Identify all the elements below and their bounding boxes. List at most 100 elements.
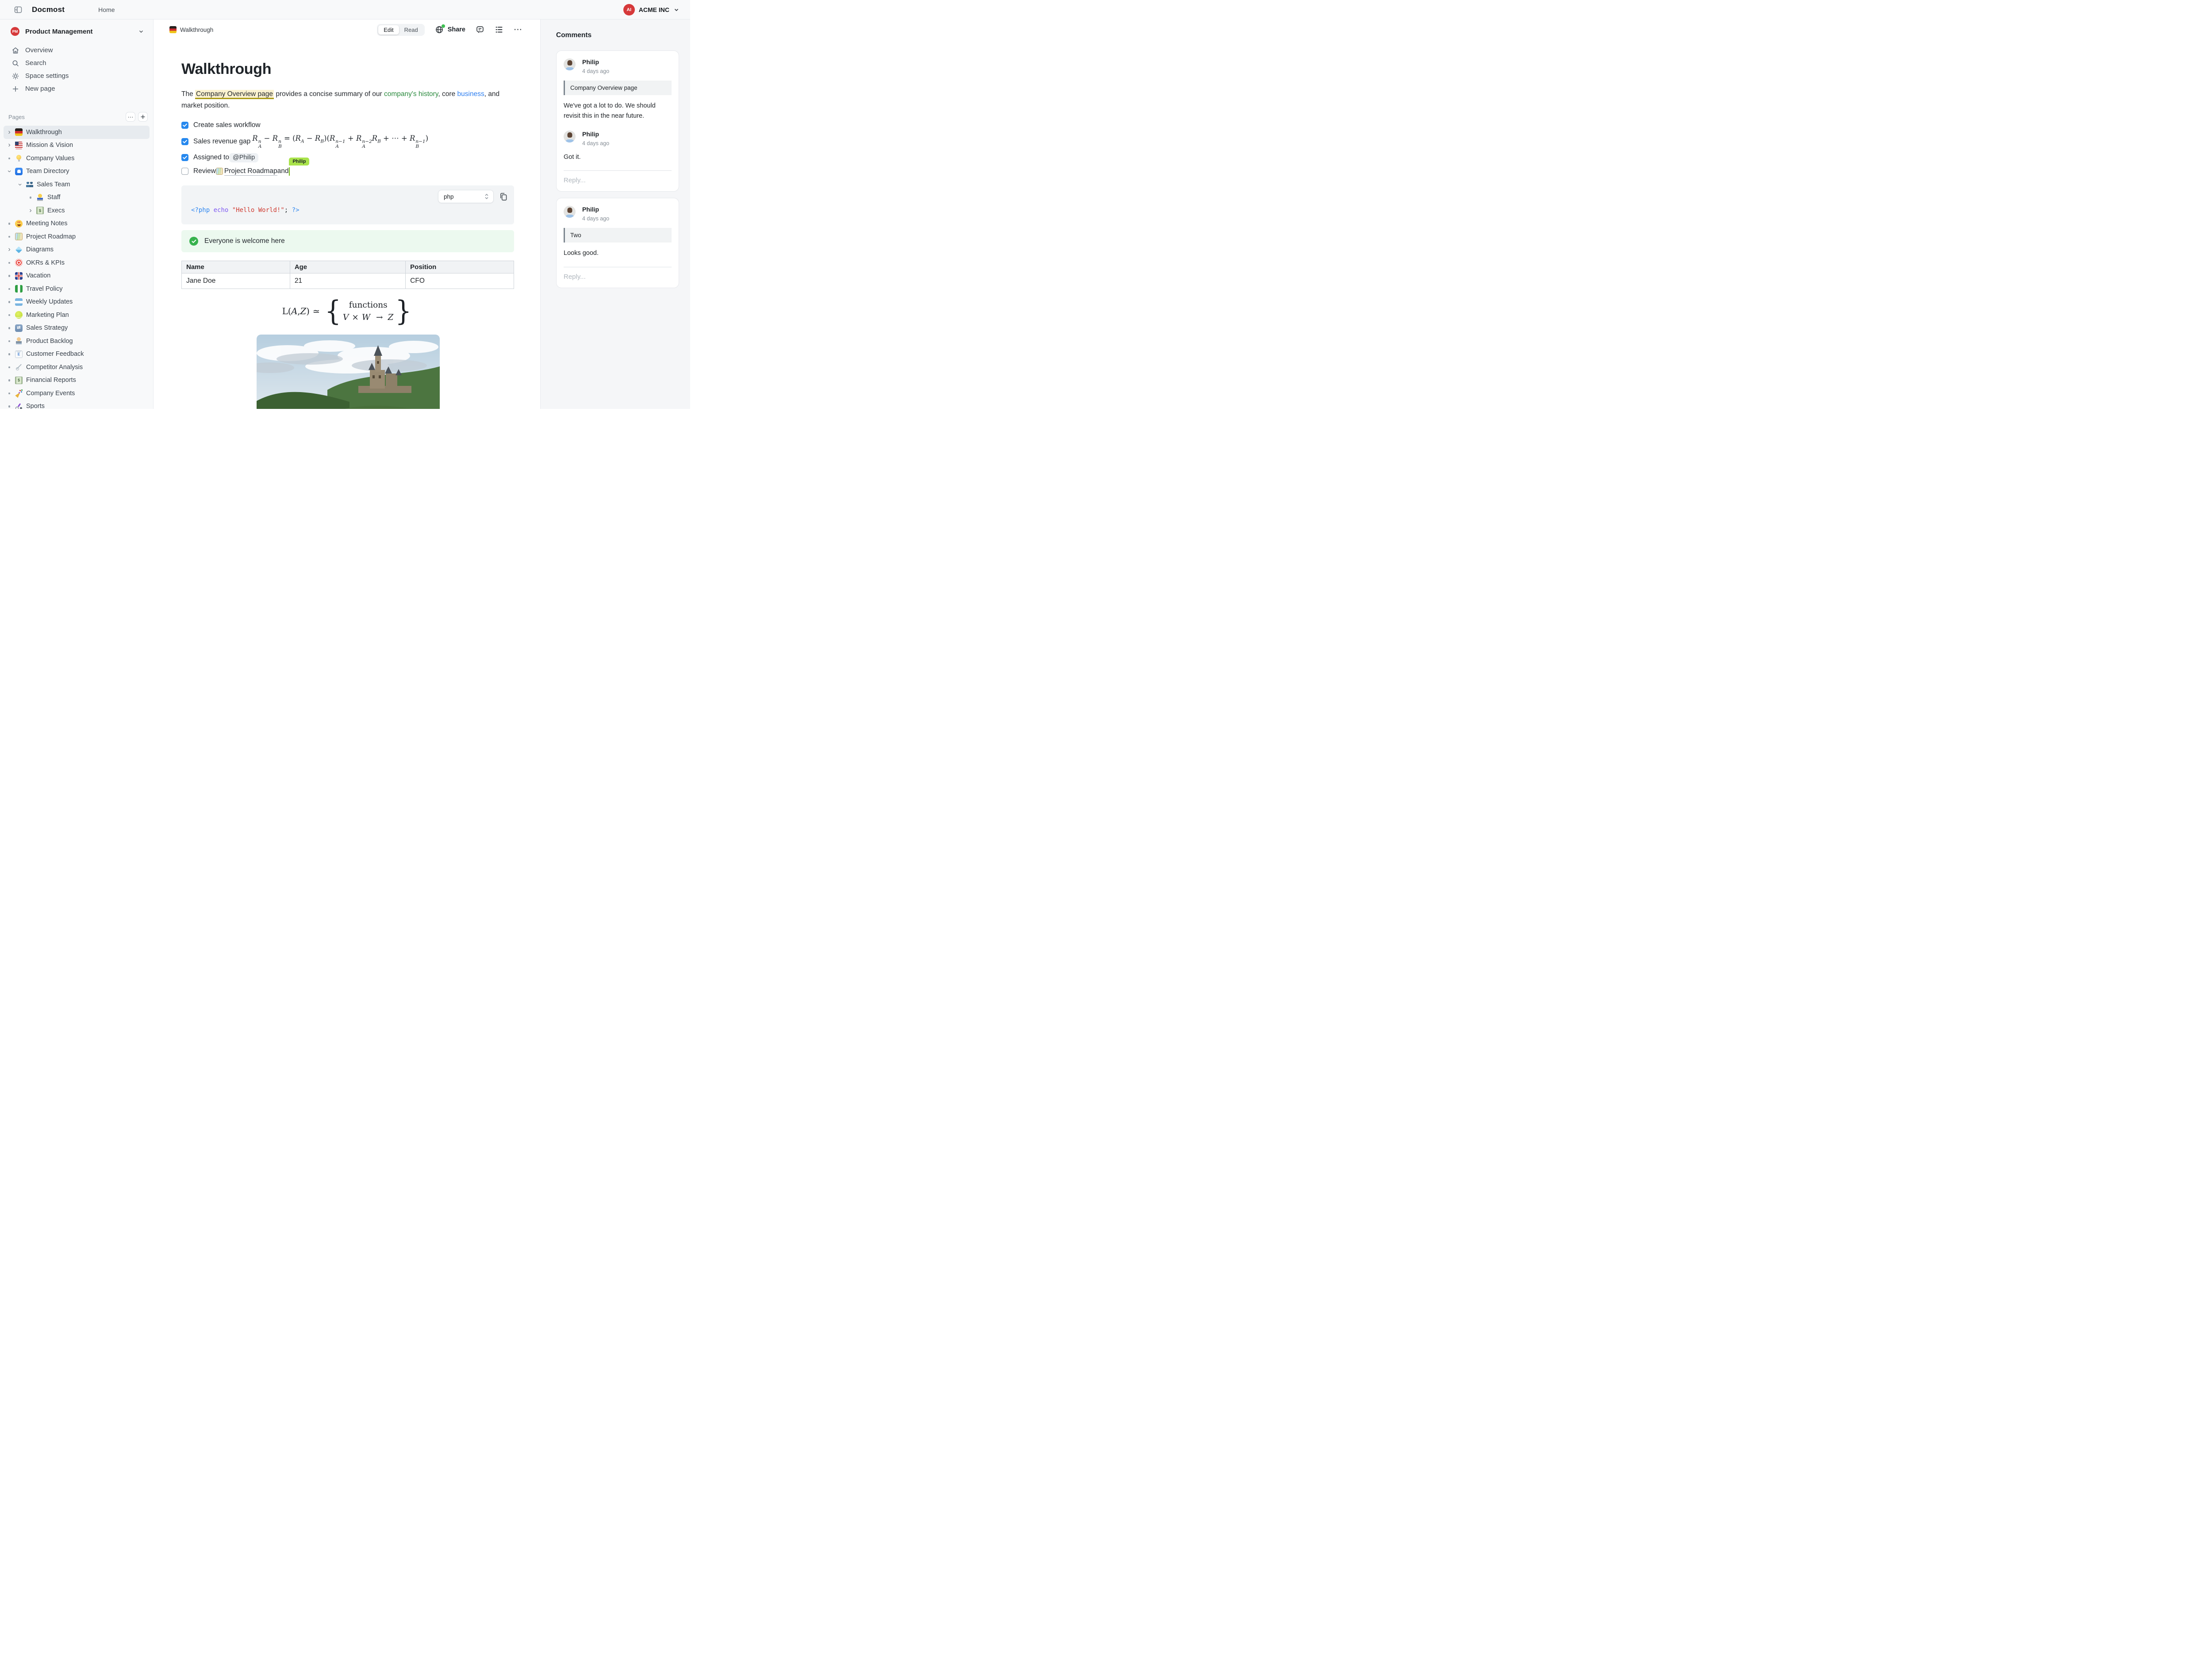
breadcrumb-title: Walkthrough bbox=[180, 27, 213, 33]
table-row: Jane Doe21CFO bbox=[182, 273, 514, 289]
comment: Philip 4 days ago Company Overview pageW… bbox=[564, 58, 672, 122]
pages-header: Pages ⋯ bbox=[0, 112, 153, 122]
chevron-down-icon[interactable]: › bbox=[6, 168, 13, 174]
top-bar: Docmost Home AI ACME INC bbox=[0, 0, 690, 19]
page-tree-item-marketing-plan[interactable]: Marketing Plan bbox=[4, 308, 150, 322]
pages-header-buttons: ⋯ bbox=[126, 112, 148, 122]
checkbox-checked[interactable] bbox=[181, 122, 188, 129]
page-tree-item-sports[interactable]: Sports bbox=[4, 400, 150, 409]
bullet-icon bbox=[27, 196, 34, 199]
table-cell[interactable]: CFO bbox=[406, 273, 514, 289]
pages-menu-button[interactable]: ⋯ bbox=[126, 112, 135, 122]
chevron-down-icon[interactable]: › bbox=[16, 181, 23, 188]
edit-mode-button[interactable]: Edit bbox=[378, 25, 399, 35]
page-tree-item-diagrams[interactable]: ›Diagrams bbox=[4, 243, 150, 257]
todo-text: Review bbox=[193, 167, 216, 175]
page-tree-item-staff[interactable]: Staff bbox=[4, 191, 150, 204]
workspace-switcher[interactable]: AI ACME INC bbox=[623, 4, 690, 15]
math-arrow: → bbox=[376, 313, 382, 322]
todo-text: Sales revenue gap bbox=[193, 138, 250, 146]
sidebar-item-space-settings[interactable]: Space settings bbox=[0, 69, 153, 82]
todo-item: Create sales workflow bbox=[181, 120, 540, 130]
copy-code-button[interactable] bbox=[499, 192, 508, 201]
editor-area: Walkthrough Edit Read Sha bbox=[154, 19, 540, 409]
share-button[interactable]: Share bbox=[435, 25, 465, 34]
checkbox-checked[interactable] bbox=[181, 154, 188, 161]
page-tree-item-customer-feedback[interactable]: Customer Feedback bbox=[4, 348, 150, 361]
sidebar-item-overview[interactable]: Overview bbox=[0, 44, 153, 57]
sidebar-item-new-page[interactable]: New page bbox=[0, 82, 153, 95]
table-cell[interactable]: 21 bbox=[290, 273, 405, 289]
divider bbox=[564, 170, 672, 171]
math-block: L(A, Z) ≃ { functions V × W → Z } bbox=[181, 300, 514, 323]
page-tree-item-competitor-analysis[interactable]: Competitor Analysis bbox=[4, 361, 150, 374]
page-tree-item-meeting-notes[interactable]: Meeting Notes bbox=[4, 217, 150, 231]
quoted-text: Company Overview page bbox=[564, 81, 672, 95]
page-tree-item-financial-reports[interactable]: Financial Reports bbox=[4, 374, 150, 387]
page-tree-item-execs[interactable]: ›Execs bbox=[4, 204, 150, 217]
more-options-button[interactable]: ⋯ bbox=[514, 26, 522, 34]
language-select[interactable]: php bbox=[438, 190, 494, 203]
chevron-right-icon[interactable]: › bbox=[6, 142, 12, 149]
blue-link-text[interactable]: business bbox=[457, 90, 484, 98]
page-tree-item-company-events[interactable]: Company Events bbox=[4, 387, 150, 400]
page-tree-item-travel-policy[interactable]: Travel Policy bbox=[4, 282, 150, 296]
page-tree-item-product-backlog[interactable]: Product Backlog bbox=[4, 335, 150, 348]
page-tree-item-sales-strategy[interactable]: Sales Strategy bbox=[4, 322, 150, 335]
plus-icon bbox=[12, 85, 19, 93]
checkbox-unchecked[interactable] bbox=[181, 168, 188, 175]
chevron-right-icon[interactable]: › bbox=[6, 246, 12, 253]
app-logo[interactable]: Docmost bbox=[32, 5, 65, 14]
comment-card: Philip 4 days ago Company Overview pageW… bbox=[556, 50, 679, 192]
page-tree-item-okrs-kpis[interactable]: OKRs & KPIs bbox=[4, 256, 150, 270]
bullet-icon bbox=[6, 366, 12, 369]
user-mention-chip[interactable]: @Philip bbox=[229, 153, 258, 162]
language-select-value: php bbox=[444, 193, 454, 200]
chevron-right-icon[interactable]: › bbox=[27, 207, 34, 214]
collaborator-cursor: Philip bbox=[289, 167, 290, 176]
page-tree-item-company-values[interactable]: Company Values bbox=[4, 152, 150, 165]
comment-timestamp: 4 days ago bbox=[582, 140, 609, 146]
search-icon bbox=[12, 59, 19, 67]
reply-input[interactable]: Reply... bbox=[564, 177, 672, 184]
read-mode-button[interactable]: Read bbox=[399, 25, 423, 35]
table-of-contents-icon[interactable] bbox=[495, 25, 503, 34]
code-token: ; bbox=[284, 207, 288, 214]
comments-toggle-icon[interactable] bbox=[476, 25, 484, 34]
bullet-icon bbox=[6, 314, 12, 316]
space-switcher[interactable]: PM Product Management bbox=[0, 24, 153, 39]
page-tree-item-walkthrough[interactable]: ›Walkthrough bbox=[4, 126, 150, 139]
chevron-right-icon[interactable]: › bbox=[6, 129, 12, 136]
sidebar-collapse-icon[interactable] bbox=[14, 5, 23, 14]
page-link[interactable]: Project Roadmap bbox=[224, 167, 277, 176]
chevron-down-icon bbox=[138, 28, 144, 35]
page-tree-item-sales-team[interactable]: ›Sales Team bbox=[4, 178, 150, 191]
code-content[interactable]: <?php echo "Hello World!"; ?> bbox=[191, 207, 504, 214]
add-page-button[interactable] bbox=[138, 112, 148, 122]
sidebar-item-search[interactable]: Search bbox=[0, 57, 153, 69]
green-link-text[interactable]: company's history bbox=[384, 90, 438, 98]
nav-home[interactable]: Home bbox=[98, 6, 115, 13]
gear-icon bbox=[12, 72, 19, 80]
checkbox-checked[interactable] bbox=[181, 138, 188, 145]
page-tree-item-vacation[interactable]: Vacation bbox=[4, 270, 150, 283]
sidebar-nav: OverviewSearchSpace settingsNew page bbox=[0, 44, 153, 95]
bullet-icon bbox=[6, 379, 12, 381]
reply-input[interactable]: Reply... bbox=[564, 273, 672, 281]
page-title-label: OKRs & KPIs bbox=[26, 259, 65, 266]
riverside-castle-photo bbox=[257, 335, 440, 409]
breadcrumb[interactable]: Walkthrough bbox=[169, 26, 213, 33]
bullet-icon bbox=[6, 393, 12, 395]
bullet-icon bbox=[6, 262, 12, 264]
page-tree-item-mission-vision[interactable]: ›Mission & Vision bbox=[4, 139, 150, 152]
flag-us-icon bbox=[15, 142, 23, 149]
comments-title: Comments bbox=[556, 31, 690, 39]
page-tree-item-team-directory[interactable]: ›Team Directory bbox=[4, 165, 150, 178]
mode-toggle: Edit Read bbox=[377, 24, 424, 36]
table-cell[interactable]: Jane Doe bbox=[182, 273, 290, 289]
page-tree-item-project-roadmap[interactable]: Project Roadmap bbox=[4, 230, 150, 243]
page-tree-item-weekly-updates[interactable]: Weekly Updates bbox=[4, 296, 150, 309]
todo-label: Review Project Roadmap andPhilip bbox=[193, 167, 290, 176]
todo-label: Create sales workflow bbox=[193, 121, 261, 129]
comment-author: Philip bbox=[582, 131, 609, 138]
